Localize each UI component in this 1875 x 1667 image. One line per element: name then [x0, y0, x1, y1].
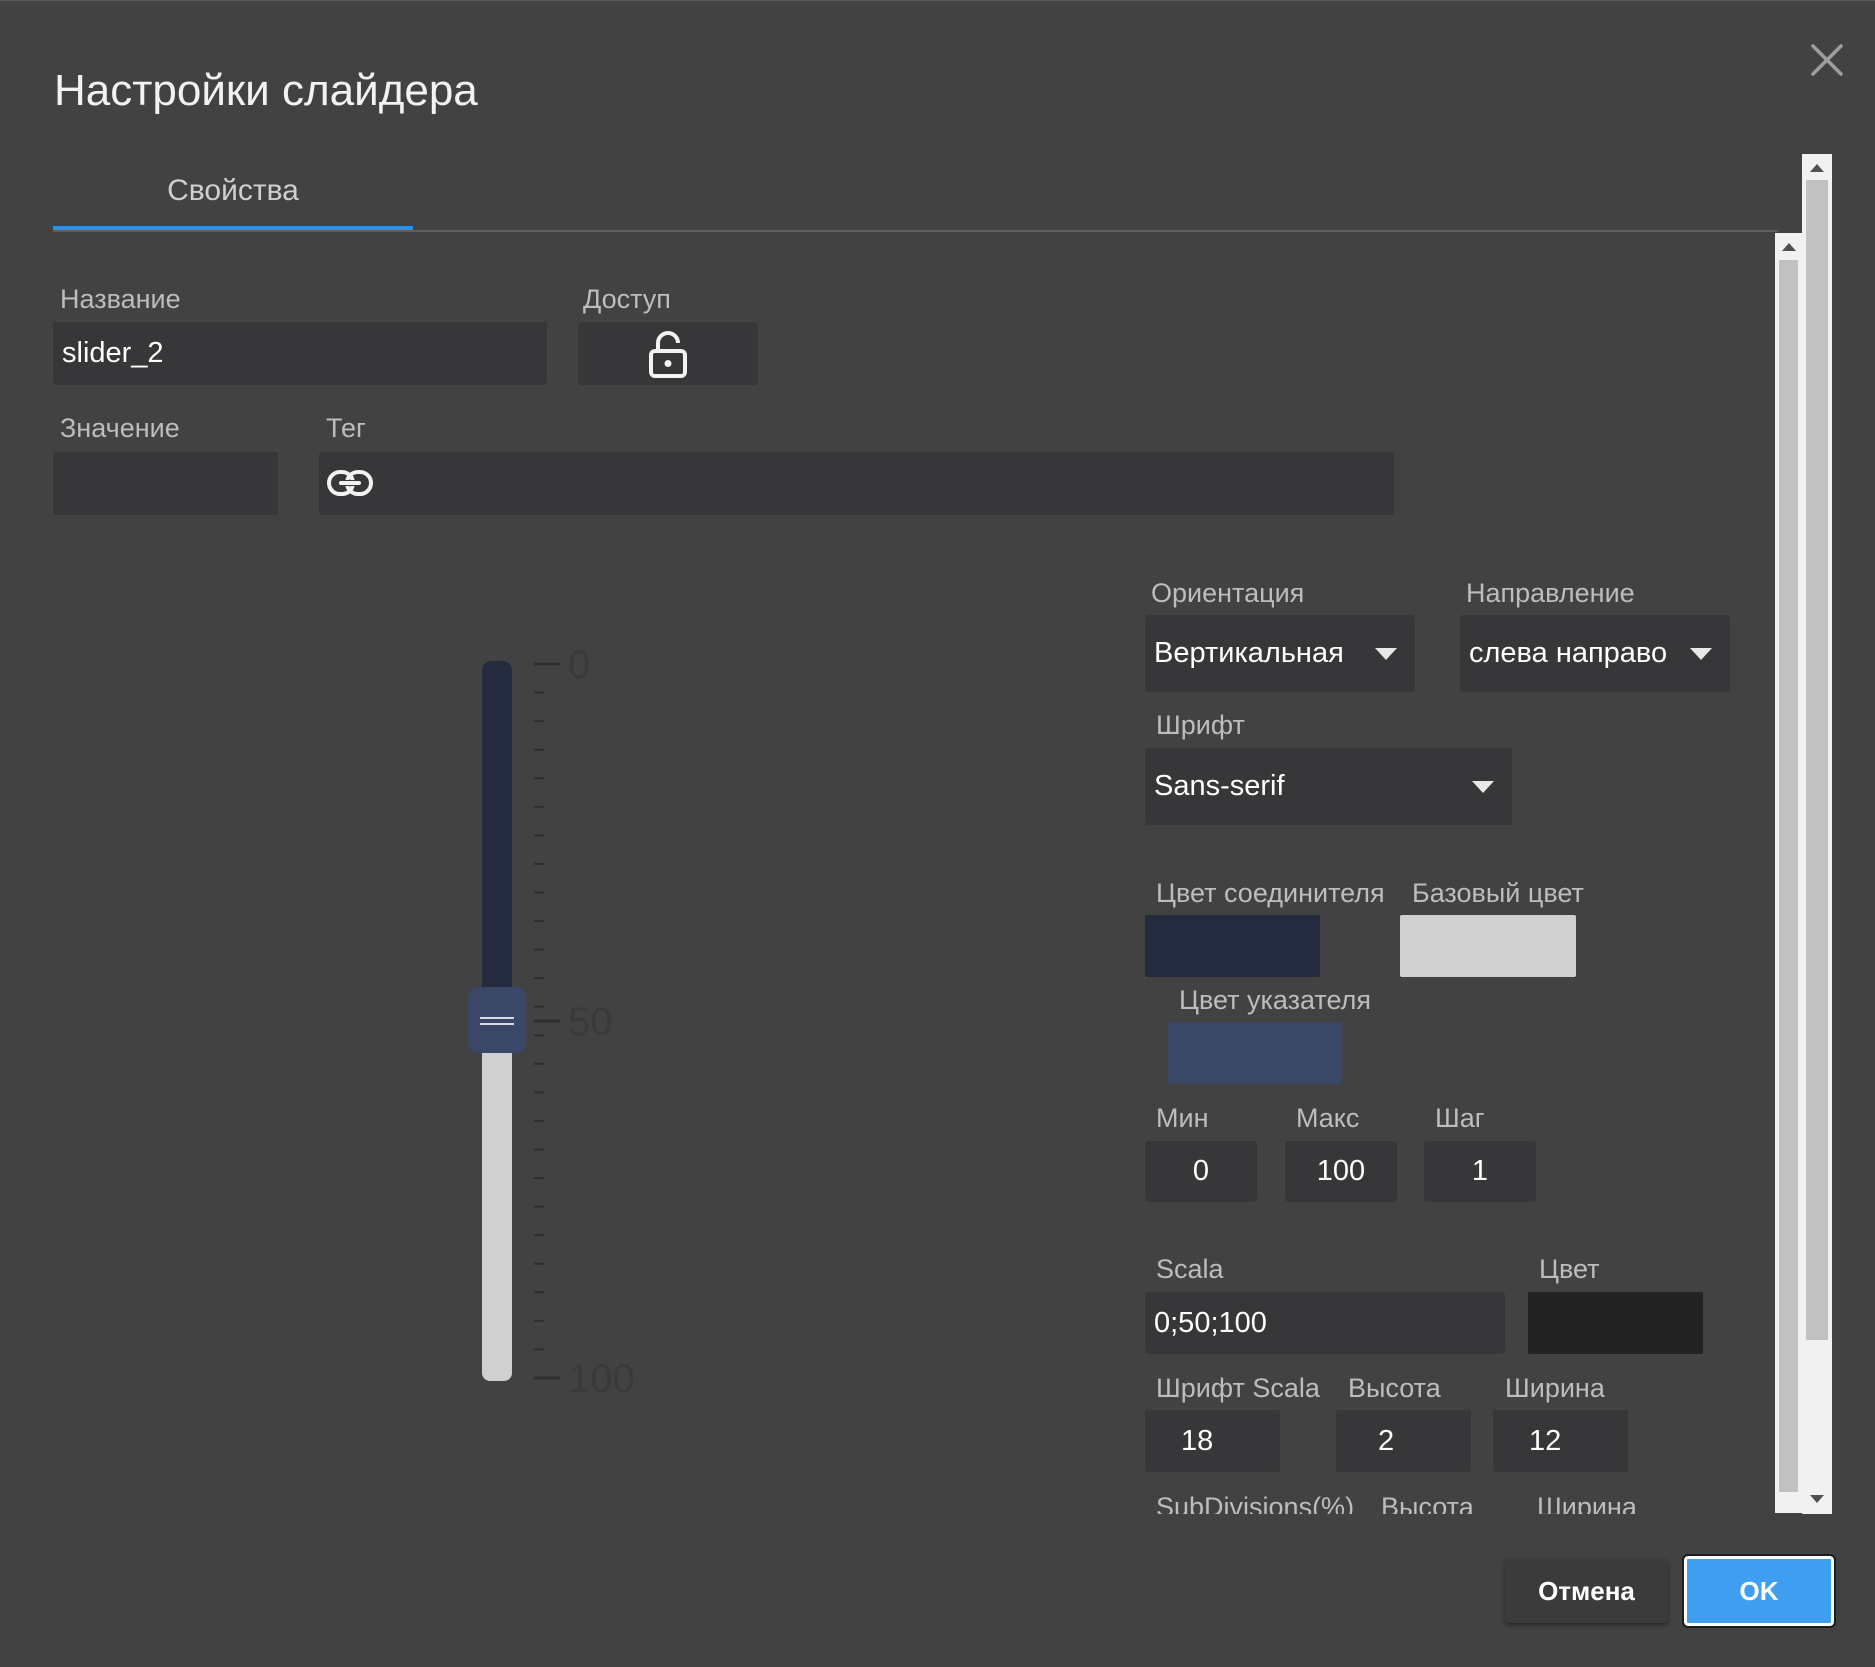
connector-color-swatch[interactable]	[1145, 915, 1320, 977]
tab-properties[interactable]: Свойства	[53, 170, 413, 230]
font-label: Шрифт	[1156, 710, 1245, 740]
scroll-down-icon[interactable]	[1810, 1495, 1824, 1503]
scala-height-label: Высота	[1348, 1373, 1441, 1403]
scala-value: 0;50;100	[1154, 1306, 1267, 1339]
scala-color-swatch[interactable]	[1528, 1292, 1703, 1354]
max-value: 100	[1316, 1155, 1366, 1187]
scala-label: Scala	[1156, 1254, 1224, 1284]
scala-width-field[interactable]: 12	[1493, 1410, 1628, 1472]
outer-scrollbar-thumb[interactable]	[1806, 180, 1828, 1340]
subdivisions-label: SubDivisions(%)	[1156, 1492, 1355, 1514]
slider-preview: 0 50 100	[468, 643, 635, 1401]
tabs-divider	[53, 230, 1778, 232]
tick-label: 100	[568, 1357, 635, 1401]
step-value: 1	[1471, 1155, 1489, 1187]
font-value: Sans-serif	[1154, 770, 1285, 802]
max-field[interactable]: 100	[1285, 1141, 1397, 1202]
min-label: Мин	[1156, 1103, 1209, 1133]
dropdown-arrow-icon	[1690, 647, 1712, 660]
access-button[interactable]	[578, 322, 758, 385]
orientation-label: Ориентация	[1151, 578, 1305, 608]
link-icon[interactable]	[326, 466, 374, 505]
scala-color-label: Цвет	[1539, 1254, 1600, 1284]
subdivisions-height-label: Высота	[1381, 1492, 1474, 1514]
base-color-swatch[interactable]	[1400, 915, 1576, 977]
scala-height-field[interactable]: 2	[1336, 1410, 1471, 1472]
direction-label: Направление	[1466, 578, 1635, 608]
max-label: Макс	[1296, 1103, 1360, 1133]
subdivisions-row: SubDivisions(%) Высота Ширина	[1150, 1480, 1770, 1514]
connector-color-label: Цвет соединителя	[1156, 878, 1385, 908]
scroll-up-icon[interactable]	[1782, 243, 1796, 251]
scala-font-label: Шрифт Scala	[1156, 1373, 1320, 1403]
min-value: 0	[1192, 1155, 1210, 1187]
slider-fill	[482, 661, 512, 1021]
base-color-label: Базовый цвет	[1412, 878, 1584, 908]
tag-label: Тег	[326, 413, 366, 443]
scala-width-label: Ширина	[1505, 1373, 1605, 1403]
window-top-border	[0, 0, 1875, 1]
access-label: Доступ	[583, 284, 671, 314]
pointer-color-swatch[interactable]	[1168, 1022, 1342, 1084]
step-field[interactable]: 1	[1424, 1141, 1536, 1202]
slider-handle[interactable]	[468, 987, 526, 1053]
step-label: Шаг	[1435, 1103, 1485, 1133]
pointer-color-label: Цвет указателя	[1179, 985, 1371, 1015]
scala-font-field[interactable]: 18	[1145, 1410, 1280, 1472]
tick-label: 50	[568, 1000, 613, 1044]
scroll-up-icon[interactable]	[1810, 164, 1824, 172]
direction-value: слева направо	[1469, 637, 1668, 669]
scala-height-value: 2	[1378, 1424, 1395, 1457]
unlock-icon	[646, 329, 690, 384]
direction-select[interactable]: слева направо	[1460, 615, 1730, 692]
min-field[interactable]: 0	[1145, 1141, 1257, 1202]
dropdown-arrow-icon	[1472, 780, 1494, 793]
dropdown-arrow-icon	[1375, 647, 1397, 660]
subdivisions-width-label: Ширина	[1537, 1492, 1637, 1514]
value-label: Значение	[60, 413, 180, 443]
dialog-title: Настройки слайдера	[54, 66, 478, 115]
cancel-button[interactable]: Отмена	[1505, 1559, 1668, 1623]
name-field[interactable]: slider_2	[53, 322, 547, 385]
scala-font-value: 18	[1181, 1424, 1214, 1457]
ok-button[interactable]: OK	[1682, 1554, 1836, 1628]
orientation-select[interactable]: Вертикальная	[1145, 615, 1415, 692]
tag-field[interactable]	[319, 452, 1394, 515]
tick-label: 0	[568, 643, 590, 687]
scala-width-value: 12	[1529, 1424, 1562, 1457]
font-select[interactable]: Sans-serif	[1145, 748, 1512, 825]
scala-field[interactable]: 0;50;100	[1145, 1292, 1505, 1354]
orientation-value: Вертикальная	[1154, 637, 1344, 669]
inner-scrollbar-thumb[interactable]	[1779, 260, 1798, 1492]
close-icon[interactable]	[1805, 38, 1849, 82]
name-value: slider_2	[62, 337, 164, 369]
value-field[interactable]	[53, 452, 278, 515]
name-label: Название	[60, 284, 181, 314]
